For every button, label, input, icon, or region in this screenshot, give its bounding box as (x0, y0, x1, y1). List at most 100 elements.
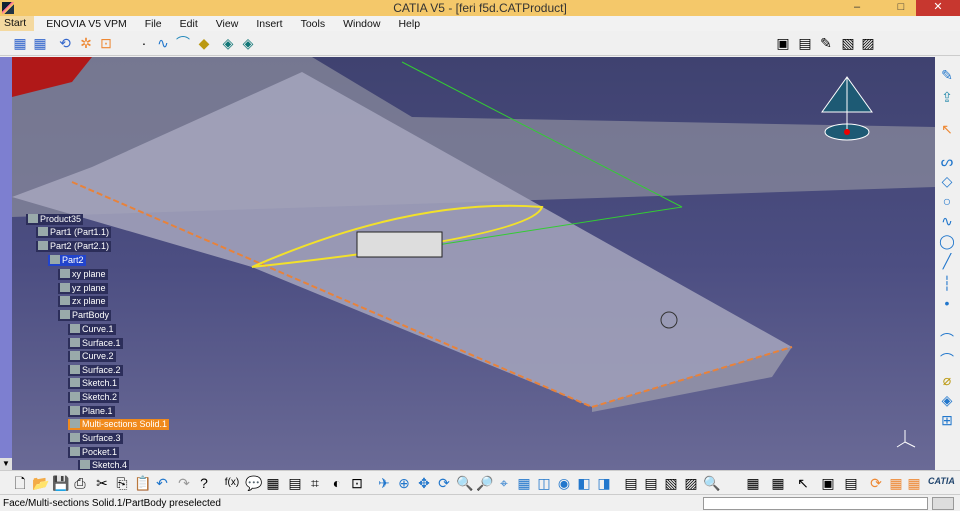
close-button[interactable]: ✕ (916, 0, 960, 16)
tool-icon-3[interactable]: ↖ (795, 475, 811, 491)
undo-icon[interactable]: ↶ (154, 475, 170, 491)
analysis-icon-4[interactable]: ▨ (683, 475, 699, 491)
save-icon[interactable]: 💾 (52, 475, 69, 491)
pencil-icon[interactable]: ✎ (818, 35, 834, 51)
tree-node[interactable]: Surface.3 (68, 433, 123, 444)
tree-node[interactable]: Sketch.4 (78, 460, 130, 470)
analysis-icon-1[interactable]: ▤ (623, 475, 639, 491)
snap-grid-icon[interactable]: ▦ (32, 35, 48, 51)
print-icon[interactable]: ⎙ (72, 475, 88, 491)
menu-file[interactable]: File (145, 18, 162, 30)
open-icon[interactable]: 📂 (32, 475, 49, 491)
tree-node[interactable]: Part2 (Part2.1) (36, 241, 112, 252)
command-input[interactable] (703, 497, 928, 510)
fly-icon[interactable]: ✈ (376, 475, 392, 491)
copy-icon[interactable]: ⎘ (114, 475, 130, 491)
trim-icon[interactable]: ⌀ (939, 372, 955, 388)
axis-icon[interactable]: ┆ (939, 275, 955, 291)
spline-icon[interactable]: ∿ (155, 35, 171, 51)
maximize-button[interactable]: □ (886, 0, 916, 16)
hide-show-icon[interactable]: ◧ (576, 475, 592, 491)
tree-node[interactable]: Sketch.2 (68, 392, 120, 403)
cut-icon[interactable]: ✂ (94, 475, 110, 491)
exit-icon[interactable]: ⇪ (939, 89, 955, 105)
tree-node[interactable]: Surface.1 (68, 338, 123, 349)
analysis-icon-5[interactable]: 🔍 (703, 475, 720, 491)
material-icon[interactable]: ◐ (329, 475, 345, 491)
surface-icon[interactable]: ⌒ (175, 35, 191, 51)
menu-window[interactable]: Window (343, 18, 380, 30)
conic-icon[interactable]: ◯ (939, 233, 955, 249)
rectangle-icon[interactable]: ◇ (939, 173, 955, 189)
tool-icon-2[interactable]: ▦ (770, 475, 786, 491)
render-style-icon[interactable]: ▣ (775, 35, 791, 51)
shading-icon[interactable]: ◉ (556, 475, 572, 491)
tree-node[interactable]: Curve.2 (68, 351, 116, 362)
tree-node[interactable]: Part1 (Part1.1) (36, 227, 112, 238)
menu-view[interactable]: View (216, 18, 239, 30)
tree-node[interactable]: Sketch.1 (68, 378, 120, 389)
tree-node[interactable]: Part2 (48, 255, 86, 266)
comment-icon[interactable]: 💬 (245, 475, 262, 491)
analysis-icon-2[interactable]: ▤ (643, 475, 659, 491)
view-icon[interactable]: ▤ (797, 35, 813, 51)
zoom-in-icon[interactable]: 🔍 (456, 475, 473, 491)
tree-node[interactable]: Curve.1 (68, 324, 116, 335)
grid-icon[interactable]: ▦ (12, 35, 28, 51)
menu-help[interactable]: Help (398, 18, 420, 30)
mirror-icon[interactable]: ◈ (939, 392, 955, 408)
menu-start[interactable]: Start (0, 16, 35, 31)
apply-material-icon[interactable]: ▨ (860, 35, 876, 51)
tree-node[interactable]: Multi-sections Solid.1 (68, 419, 170, 430)
3d-viewport[interactable]: Product35 Part1 (Part1.1) Part2 (Part2.1) P… (12, 57, 935, 470)
sketch-icon[interactable]: ✎ (939, 67, 955, 83)
chamfer-icon[interactable]: ⌒ (939, 352, 955, 368)
multi-view-icon[interactable]: ▦ (516, 475, 532, 491)
rotate-icon[interactable]: ⟳ (436, 475, 452, 491)
measure-icon[interactable]: ⌗ (307, 475, 323, 491)
catalog-icon[interactable]: ▤ (287, 475, 303, 491)
redo-icon[interactable]: ↷ (176, 475, 192, 491)
spline-tool-icon[interactable]: ∿ (939, 213, 955, 229)
scroll-down-icon[interactable]: ▼ (0, 458, 12, 470)
sketch-analysis-icon[interactable]: ⟲ (57, 35, 73, 51)
corner-icon[interactable]: ⌒ (939, 332, 955, 348)
plane-icon[interactable]: ◆ (196, 35, 212, 51)
tree-node[interactable]: PartBody (58, 310, 112, 321)
point-tool-icon[interactable]: • (939, 295, 955, 311)
tool-icon-7[interactable]: ▦ (888, 475, 904, 491)
tree-node[interactable]: Plane.1 (68, 406, 115, 417)
menu-tools[interactable]: Tools (301, 18, 326, 30)
new-icon[interactable]: 🗋 (12, 475, 28, 491)
tree-scrollbar[interactable]: ▼ (0, 57, 12, 470)
table-icon[interactable]: ▦ (265, 475, 281, 491)
paste-icon[interactable]: 📋 (134, 475, 151, 491)
project-icon[interactable]: ⊞ (939, 412, 955, 428)
constraint-icon[interactable]: ✲ (78, 35, 94, 51)
tree-node[interactable]: Product35 (26, 214, 84, 225)
tool-icon-6[interactable]: ⟳ (868, 475, 884, 491)
iso-view-icon[interactable]: ◫ (536, 475, 552, 491)
menu-insert[interactable]: Insert (256, 18, 282, 30)
tree-node[interactable]: xy plane (58, 269, 108, 280)
tool-icon-1[interactable]: ▦ (745, 475, 761, 491)
dimension-icon[interactable]: ⊡ (98, 35, 114, 51)
point-icon[interactable]: · (136, 35, 152, 51)
fit-all-icon[interactable]: ⊕ (396, 475, 412, 491)
formula-icon[interactable]: f(x) (224, 475, 240, 491)
circle-icon[interactable]: ○ (939, 193, 955, 209)
tree-node[interactable]: zx plane (58, 296, 108, 307)
select-icon[interactable]: ↖ (939, 121, 955, 137)
pan-icon[interactable]: ✥ (416, 475, 432, 491)
tool-icon-4[interactable]: ▣ (820, 475, 836, 491)
menu-edit[interactable]: Edit (180, 18, 198, 30)
knowledge-icon[interactable]: ⊡ (349, 475, 365, 491)
tree-node[interactable]: Pocket.1 (68, 447, 120, 458)
tool-icon-8[interactable]: ▦ (906, 475, 922, 491)
tree-node[interactable]: yz plane (58, 283, 108, 294)
zoom-out-icon[interactable]: 🔎 (476, 475, 493, 491)
swap-space-icon[interactable]: ◨ (596, 475, 612, 491)
line-icon[interactable]: ╱ (939, 253, 955, 269)
command-button[interactable] (932, 497, 954, 510)
tool-icon-5[interactable]: ▤ (843, 475, 859, 491)
